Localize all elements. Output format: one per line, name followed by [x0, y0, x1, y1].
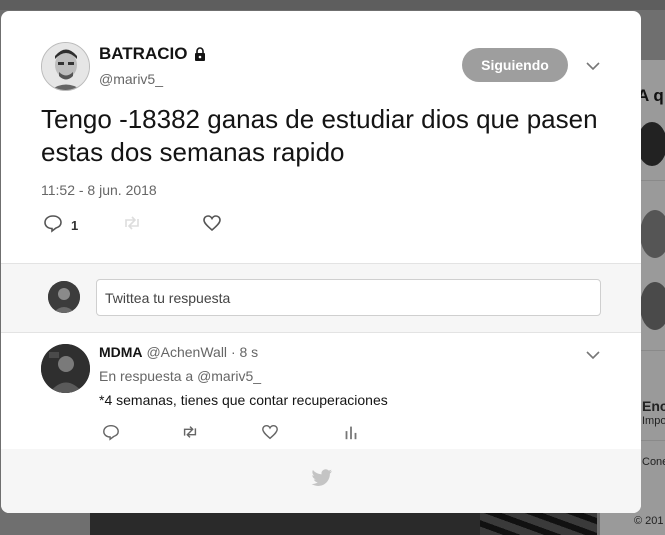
author-handle[interactable]: @mariv5_	[99, 71, 163, 87]
chevron-down-icon[interactable]	[585, 59, 601, 71]
lock-icon	[193, 47, 207, 61]
like-icon[interactable]	[261, 423, 279, 446]
retweet-icon	[122, 213, 142, 238]
reply-count: 1	[71, 218, 79, 233]
reply-icon[interactable]	[102, 423, 120, 446]
reply-tweet[interactable]: MDMA @AchenWall · 8 s En respuesta a @ma…	[1, 333, 641, 449]
in-reply-to: En respuesta a @mariv5_	[99, 368, 261, 384]
background-photo-detail	[480, 512, 597, 535]
in-reply-handle[interactable]: @mariv5_	[197, 368, 261, 384]
like-action[interactable]	[202, 213, 222, 238]
reply-action[interactable]: 1	[43, 213, 78, 238]
retweet-action	[122, 213, 142, 238]
background-suggestion-avatar	[640, 282, 665, 330]
analytics-icon[interactable]	[342, 423, 360, 446]
current-user-avatar	[48, 281, 80, 313]
twitter-bird-icon	[311, 468, 333, 488]
author-avatar[interactable]	[41, 42, 90, 91]
tweet-modal: BATRACIO @mariv5_ Siguiendo Tengo -18382…	[1, 11, 641, 513]
reply-author-handle[interactable]: @AchenWall	[146, 344, 227, 360]
reply-author-avatar[interactable]	[41, 344, 90, 393]
like-icon[interactable]	[202, 213, 222, 238]
chevron-down-icon[interactable]	[585, 348, 601, 360]
background-sidebar-text: Enc	[642, 398, 665, 414]
reply-header: MDMA @AchenWall · 8 s	[99, 344, 258, 360]
background-suggestion-avatar	[637, 122, 665, 166]
separator-dot: ·	[230, 344, 236, 360]
background-topbar	[0, 0, 665, 10]
background-sidebar-text: Impo	[642, 415, 665, 427]
tweet-timestamp[interactable]: 11:52 - 8 jun. 2018	[41, 182, 157, 198]
reply-input[interactable]	[96, 279, 601, 316]
reply-icon[interactable]	[43, 213, 63, 238]
following-button[interactable]: Siguiendo	[462, 48, 568, 82]
reply-compose-section	[1, 264, 641, 332]
background-sidebar-heading: A q	[637, 86, 664, 105]
author-name-row: BATRACIO	[99, 44, 207, 64]
background-sidebar-text: © 201	[634, 515, 664, 527]
reply-author-name[interactable]: MDMA	[99, 344, 143, 360]
tweet-text: Tengo -18382 ganas de estudiar dios que …	[41, 104, 598, 167]
author-name[interactable]: BATRACIO	[99, 44, 187, 64]
reply-time[interactable]: 8 s	[240, 344, 259, 360]
background-suggestion-avatar	[640, 210, 665, 258]
background-sidebar-text: Cone	[642, 456, 665, 468]
retweet-icon[interactable]	[181, 423, 199, 446]
in-reply-prefix: En respuesta a	[99, 368, 194, 384]
modal-footer	[1, 449, 641, 513]
reply-text: *4 semanas, tienes que contar recuperaci…	[99, 392, 388, 408]
